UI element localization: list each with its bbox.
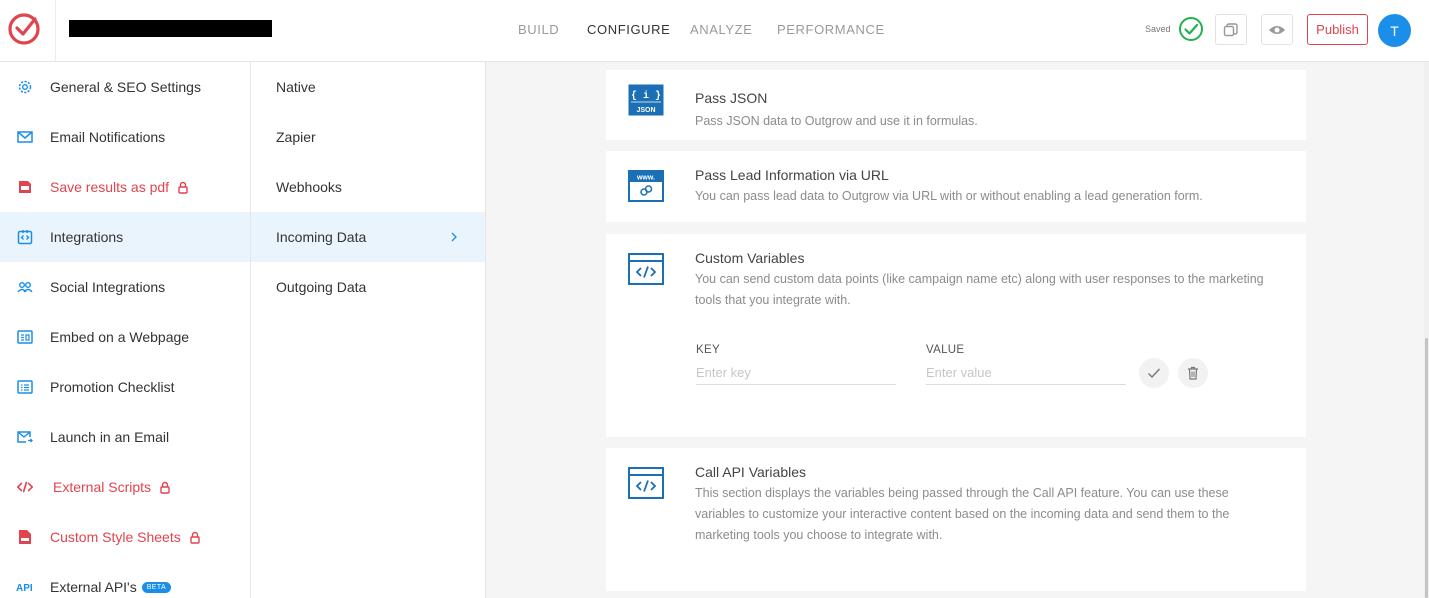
sidebar-item-label: Custom Style Sheets — [50, 529, 181, 545]
outgrow-logo-icon[interactable] — [6, 11, 42, 47]
card-pass-json: { i } JSON Pass JSON Pass JSON data to O… — [606, 70, 1306, 140]
sidebar-item-label: Save results as pdf — [50, 179, 170, 195]
tab-performance[interactable]: PERFORMANCE — [777, 22, 885, 37]
card-call-api-variables: Call API Variables This section displays… — [606, 448, 1306, 591]
sidebar-item-custom-style-sheets[interactable]: Custom Style Sheets — [0, 512, 250, 562]
tab-configure[interactable]: CONFIGURE — [587, 22, 670, 37]
key-label: KEY — [696, 344, 720, 356]
chevron-right-icon — [451, 232, 457, 242]
sidebar-item-label: Email Notifications — [50, 129, 166, 145]
code-icon — [16, 478, 34, 496]
people-icon — [16, 278, 34, 296]
card-description: You can send custom data points (like ca… — [695, 272, 1264, 307]
check-icon — [1148, 368, 1161, 379]
main-scrollbar[interactable] — [1424, 62, 1429, 598]
lock-icon — [178, 181, 188, 194]
sidebar-item-integrations[interactable]: Integrations — [0, 212, 250, 262]
code-window-icon — [628, 253, 664, 285]
settings-sidebar: General & SEO Settings Email Notificatio… — [0, 62, 251, 598]
beta-badge: BETA — [141, 581, 172, 593]
json-icon: { i } JSON — [628, 84, 664, 116]
duplicate-button[interactable] — [1215, 14, 1247, 45]
subnav-item-native[interactable]: Native — [251, 62, 485, 112]
subnav-item-label: Webhooks — [276, 179, 342, 195]
sidebar-item-label: Integrations — [50, 229, 124, 245]
card-description: You can pass lead data to Outgrow via UR… — [695, 189, 1203, 203]
subnav-item-label: Incoming Data — [276, 229, 367, 245]
top-header: BUILD CONFIGURE ANALYZE PERFORMANCE Save… — [0, 0, 1429, 62]
sidebar-item-external-scripts[interactable]: External Scripts — [0, 462, 250, 512]
sidebar-item-email-notifications[interactable]: Email Notifications — [0, 112, 250, 162]
sidebar-item-label: Launch in an Email — [50, 429, 170, 445]
code-window-icon — [628, 467, 664, 499]
sidebar-item-label: General & SEO Settings — [50, 79, 201, 95]
sidebar-item-label: Promotion Checklist — [50, 379, 175, 395]
key-input[interactable] — [696, 361, 896, 385]
svg-text:www.: www. — [636, 175, 655, 182]
url-link-icon: www. — [628, 170, 664, 202]
sidebar-item-external-apis[interactable]: API External API's BETA — [0, 562, 250, 598]
sidebar-item-launch-email[interactable]: Launch in an Email — [0, 412, 250, 462]
subnav-item-incoming-data[interactable]: Incoming Data — [251, 212, 485, 262]
redacted-project-name — [69, 20, 272, 37]
svg-text:API: API — [16, 583, 33, 593]
subnav-item-label: Native — [276, 79, 316, 95]
eye-icon — [1269, 25, 1285, 34]
lock-icon — [190, 531, 200, 544]
subnav-item-webhooks[interactable]: Webhooks — [251, 162, 485, 212]
pdf-icon — [16, 178, 34, 196]
tab-analyze[interactable]: ANALYZE — [690, 22, 752, 37]
embed-icon — [16, 328, 34, 346]
card-custom-variables: Custom Variables You can send custom dat… — [606, 234, 1306, 437]
scrollbar-thumb[interactable] — [1425, 338, 1428, 598]
sidebar-item-promotion-checklist[interactable]: Promotion Checklist — [0, 362, 250, 412]
subnav-item-outgoing-data[interactable]: Outgoing Data — [251, 262, 485, 312]
copy-icon — [1223, 22, 1238, 36]
integrations-icon — [16, 228, 34, 246]
value-input[interactable] — [926, 361, 1126, 385]
card-title: Custom Variables — [695, 250, 805, 266]
svg-text:JSON: JSON — [636, 107, 655, 114]
gear-icon — [16, 78, 34, 96]
sidebar-item-label: External API's — [50, 579, 137, 595]
card-title: Call API Variables — [695, 464, 807, 480]
saved-check-icon — [1179, 17, 1203, 41]
trash-icon — [1188, 366, 1198, 380]
preview-button[interactable] — [1261, 14, 1293, 45]
css-file-icon — [16, 528, 34, 546]
card-title: Pass Lead Information via URL — [695, 167, 889, 183]
checklist-icon — [16, 378, 34, 396]
card-pass-lead-url: www. Pass Lead Information via URL You c… — [606, 151, 1306, 222]
subnav-item-zapier[interactable]: Zapier — [251, 112, 485, 162]
user-avatar[interactable]: T — [1378, 14, 1411, 47]
sidebar-item-label: External Scripts — [53, 479, 152, 495]
sidebar-item-save-pdf[interactable]: Save results as pdf — [0, 162, 250, 212]
card-description: This section displays the variables bein… — [695, 486, 1230, 542]
svg-text:{ i }: { i } — [631, 90, 661, 102]
incoming-data-panel: { i } JSON Pass JSON Pass JSON data to O… — [486, 62, 1429, 598]
subnav-item-label: Outgoing Data — [276, 279, 367, 295]
lock-icon — [160, 481, 170, 494]
delete-variable-button[interactable] — [1178, 358, 1208, 388]
subnav-item-label: Zapier — [276, 129, 316, 145]
card-description: Pass JSON data to Outgrow and use it in … — [695, 114, 978, 128]
email-launch-icon — [16, 428, 34, 446]
confirm-variable-button[interactable] — [1139, 358, 1169, 388]
sidebar-item-general-seo[interactable]: General & SEO Settings — [0, 62, 250, 112]
integrations-subnav: Native Zapier Webhooks Incoming Data Out… — [251, 62, 486, 598]
value-label: VALUE — [926, 344, 965, 356]
publish-button[interactable]: Publish — [1307, 14, 1368, 45]
logo-divider — [55, 0, 56, 62]
sidebar-item-label: Embed on a Webpage — [50, 329, 190, 345]
api-icon: API — [16, 578, 36, 596]
sidebar-item-label: Social Integrations — [50, 279, 166, 295]
envelope-icon — [16, 128, 34, 146]
tab-build[interactable]: BUILD — [518, 22, 559, 37]
card-title: Pass JSON — [695, 90, 768, 106]
saved-status-label: Saved — [1145, 24, 1171, 34]
sidebar-item-embed-webpage[interactable]: Embed on a Webpage — [0, 312, 250, 362]
sidebar-item-social-integrations[interactable]: Social Integrations — [0, 262, 250, 312]
